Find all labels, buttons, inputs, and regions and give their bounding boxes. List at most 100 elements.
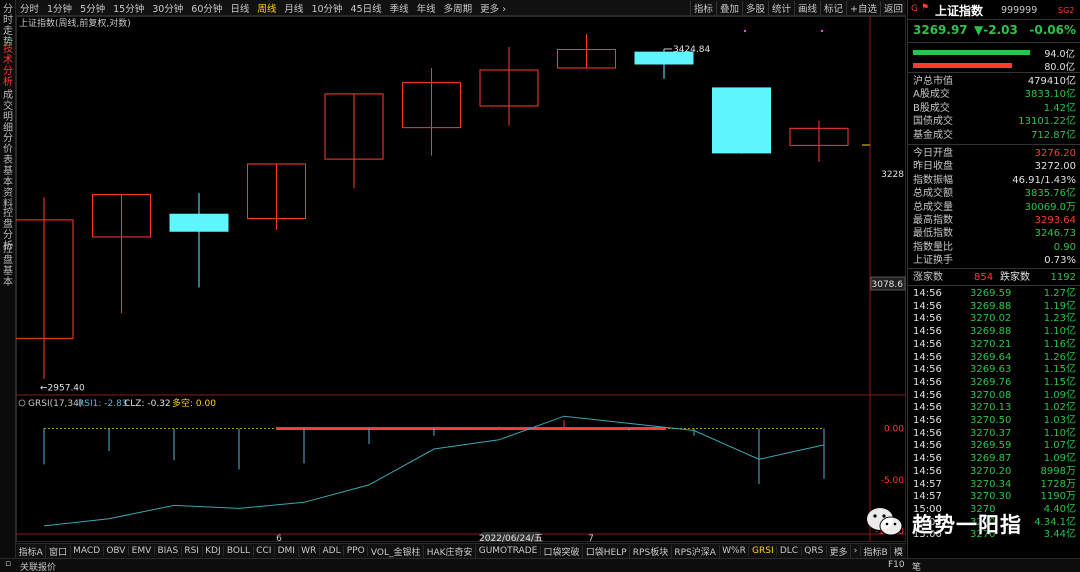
tick-row: 14:56 3269.87 1.09亿 xyxy=(908,452,1080,465)
sell-strength-value: 80.0亿 xyxy=(1044,62,1075,73)
last-price: 3269.97 xyxy=(913,23,968,37)
stat-value: 0.90 xyxy=(1053,241,1076,253)
indicator-tab-22[interactable]: GRSI xyxy=(749,546,778,556)
indicator-tab-17[interactable]: 口袋突破 xyxy=(541,544,584,558)
buy-strength-bar xyxy=(913,50,1037,55)
indicator-tab-6[interactable]: RSI xyxy=(182,546,203,556)
period-tab-5[interactable]: 60分钟 xyxy=(187,1,226,15)
stat-value: 1.42亿 xyxy=(1043,102,1076,114)
indicator-tab-12[interactable]: ADL xyxy=(320,546,345,556)
stat-value: 13101.22亿 xyxy=(1018,116,1076,128)
related-quote-label[interactable]: 关联报价 xyxy=(20,560,56,572)
left-tab-0[interactable]: 分时走势 xyxy=(0,4,16,48)
indicator-tab-26[interactable]: › xyxy=(851,546,861,556)
period-tab-6[interactable]: 日线 xyxy=(226,1,253,15)
indicator-tab-13[interactable]: PPO xyxy=(344,546,369,556)
candle-body[interactable] xyxy=(169,213,229,232)
tick-v: 1190万 xyxy=(1040,491,1076,503)
indicator-tab-11[interactable]: WR xyxy=(299,546,320,556)
tick-row: 14:56 3269.59 1.07亿 xyxy=(908,439,1080,452)
indicator-tab-0[interactable]: 指标A xyxy=(16,544,47,558)
tick-v: 1.03亿 xyxy=(1043,415,1076,426)
tick-p: 3270.21 xyxy=(970,338,1012,350)
tool-button-0[interactable]: 指标 xyxy=(689,0,716,15)
tick-t: 14:56 xyxy=(913,427,942,439)
period-tab-9[interactable]: 10分钟 xyxy=(307,1,346,15)
left-tab-6[interactable]: 控盘基本 xyxy=(0,244,16,288)
f10-key[interactable]: F10 xyxy=(888,560,905,570)
stats2-row: 今日开盘 3276.20 xyxy=(908,147,1080,160)
kline-chart[interactable]: 上证指数(周线,前复权,对数) 3424.84 ←2957.40 3228 3078.6… xyxy=(14,16,906,544)
period-tab-4[interactable]: 30分钟 xyxy=(148,1,187,15)
period-tab-3[interactable]: 15分钟 xyxy=(109,1,148,15)
indicator-tab-16[interactable]: GUMOTRADE xyxy=(476,546,541,556)
indicator-tab-24[interactable]: QRS xyxy=(802,546,827,556)
indicator-tab-7[interactable]: KDJ xyxy=(203,546,225,556)
period-tab-10[interactable]: 45日线 xyxy=(347,1,386,15)
down-count-label: 跌家数 xyxy=(1000,272,1030,283)
tool-button-3[interactable]: 统计 xyxy=(767,0,794,15)
axis-label-3078: 3078.6 xyxy=(872,280,904,290)
indicator-tab-28[interactable]: 模 xyxy=(891,544,906,558)
indicator-tab-1[interactable]: 窗口 xyxy=(46,544,71,558)
indicator-tab-25[interactable]: 更多 xyxy=(827,544,852,558)
stat-value: 3246.73 xyxy=(1034,228,1076,240)
tick-tab[interactable]: 笔 xyxy=(912,560,921,572)
tick-v: 1.09亿 xyxy=(1043,453,1076,465)
period-tab-8[interactable]: 月线 xyxy=(280,1,307,15)
stat-value: 712.87亿 xyxy=(1031,129,1076,141)
period-tab-0[interactable]: 分时 xyxy=(16,1,43,15)
stat-label: 基金成交 xyxy=(913,129,953,141)
tool-button-5[interactable]: 标记 xyxy=(820,0,846,15)
quote-price-row: 3269.97 ▼-2.03 -0.06% xyxy=(908,21,1080,41)
left-tab-4[interactable]: 基本资料 xyxy=(0,166,16,210)
tick-p: 3270.08 xyxy=(970,389,1012,401)
period-tab-2[interactable]: 5分钟 xyxy=(76,1,109,15)
indicator-tab-23[interactable]: DLC xyxy=(777,546,802,556)
tool-button-6[interactable]: +自选 xyxy=(846,0,880,15)
indicator-tab-8[interactable]: BOLL xyxy=(224,546,254,556)
down-count: 1192 xyxy=(1050,272,1076,283)
indicator-tab-15[interactable]: HAK庄奇安 xyxy=(424,544,477,558)
watermark: 趋势一阳指 xyxy=(865,503,1080,543)
signal-dot xyxy=(820,29,824,33)
tool-button-4[interactable]: 画线 xyxy=(793,0,820,15)
indicator-tab-18[interactable]: 口袋HELP xyxy=(583,544,631,558)
chart-svg[interactable]: 上证指数(周线,前复权,对数) 3424.84 ←2957.40 3228 3078.6… xyxy=(14,16,906,544)
stats2-row: 昨日收盘 3272.00 xyxy=(908,160,1080,173)
left-tab-2[interactable]: 成交明细 xyxy=(0,90,16,134)
indicator-tab-14[interactable]: VOL_金银柱 xyxy=(368,544,425,558)
period-tab-12[interactable]: 年线 xyxy=(413,1,440,15)
tick-row: 14:56 3269.88 1.19亿 xyxy=(908,300,1080,313)
left-tab-3[interactable]: 分价表 xyxy=(0,133,16,166)
tick-p: 3269.64 xyxy=(970,351,1012,363)
indicator-tab-20[interactable]: RPS沪深A xyxy=(672,544,720,558)
tool-button-2[interactable]: 多股 xyxy=(741,0,768,15)
indicator-tab-19[interactable]: RPS板块 xyxy=(630,544,672,558)
signal-badge[interactable]: SG2 xyxy=(1058,6,1074,15)
indicator-tab-3[interactable]: OBV xyxy=(104,546,130,556)
period-tab-7[interactable]: 周线 xyxy=(253,1,280,15)
period-tab-11[interactable]: 季线 xyxy=(386,1,413,15)
period-tab-13[interactable]: 多周期 xyxy=(440,1,477,15)
candle-body[interactable] xyxy=(712,87,771,154)
tick-p: 3270.50 xyxy=(970,415,1012,426)
indicator-tab-2[interactable]: MACD xyxy=(71,546,104,556)
indicator-tab-4[interactable]: EMV xyxy=(129,546,155,556)
tool-button-7[interactable]: 返回 xyxy=(879,0,906,15)
indicator-tab-21[interactable]: W%R xyxy=(720,546,750,556)
indicator-tab-10[interactable]: DMI xyxy=(275,546,299,556)
tick-row: 14:56 3270.20 8998万 xyxy=(908,465,1080,478)
indicator-settings-icon[interactable] xyxy=(18,399,26,407)
tick-row: 14:56 3269.59 1.27亿 xyxy=(908,287,1080,300)
chart-title: 上证指数(周线,前复权,对数) xyxy=(19,17,131,29)
left-tab-1[interactable]: 技术分析 xyxy=(0,44,16,88)
stat-label: 总成交额 xyxy=(913,188,953,200)
indicator-tab-5[interactable]: BIAS xyxy=(155,546,182,556)
period-tab-14[interactable]: 更多 › xyxy=(476,1,510,15)
tool-button-1[interactable]: 叠加 xyxy=(715,0,742,15)
indicator-tab-27[interactable]: 指标B xyxy=(861,544,892,558)
group-badge[interactable]: G xyxy=(911,4,918,14)
indicator-tab-9[interactable]: CCI xyxy=(254,546,275,556)
period-tab-1[interactable]: 1分钟 xyxy=(43,1,76,15)
